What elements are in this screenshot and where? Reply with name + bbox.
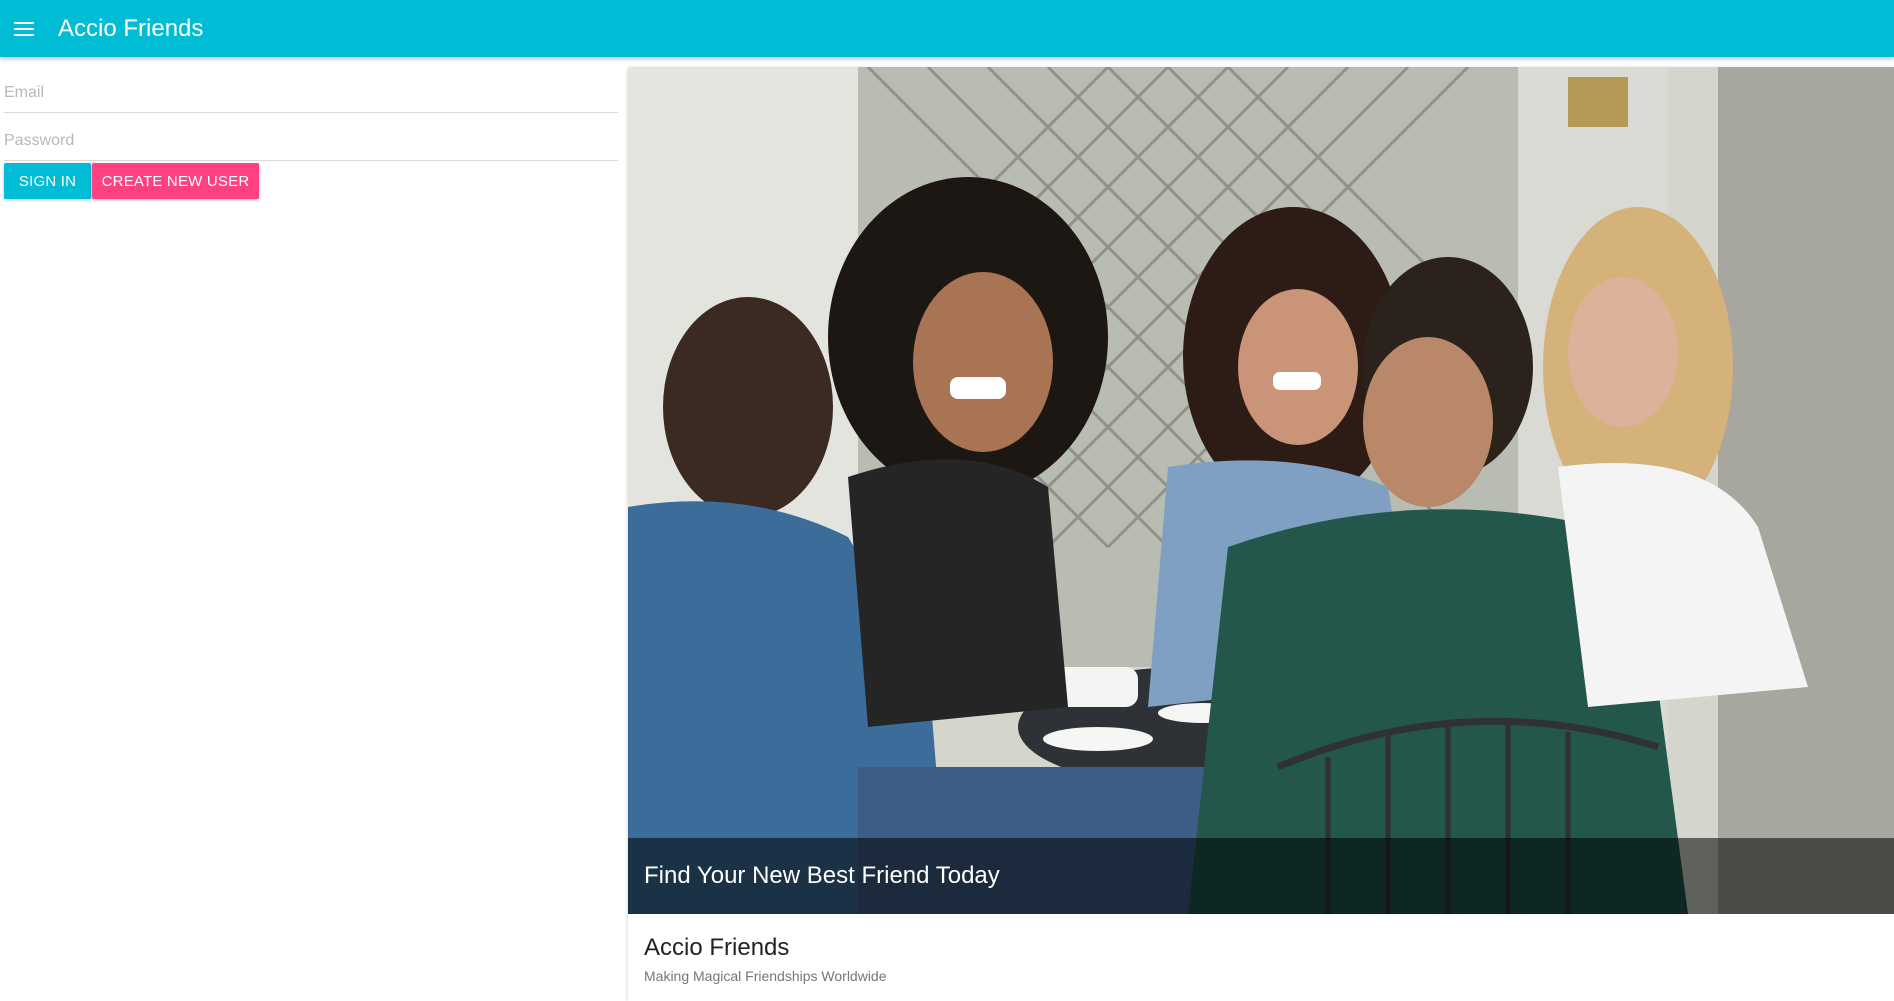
app-title: Accio Friends bbox=[58, 14, 204, 42]
hamburger-menu-icon[interactable] bbox=[14, 17, 38, 41]
friends-photo-illustration bbox=[628, 67, 1894, 914]
photo-caption: Find Your New Best Friend Today bbox=[644, 862, 1000, 889]
card-title: Accio Friends bbox=[644, 934, 790, 961]
app-bar: Accio Friends bbox=[0, 0, 1894, 57]
email-field-container bbox=[4, 74, 618, 113]
hero-card: Find Your New Best Friend Today Accio Fr… bbox=[628, 67, 1894, 1001]
email-field[interactable] bbox=[4, 74, 618, 112]
sign-in-button[interactable]: SIGN IN bbox=[4, 163, 91, 199]
password-field-container bbox=[4, 122, 618, 161]
friends-photo: Find Your New Best Friend Today bbox=[628, 67, 1894, 914]
photo-caption-bar: Find Your New Best Friend Today bbox=[628, 838, 1894, 914]
password-field[interactable] bbox=[4, 122, 618, 160]
card-subtitle: Making Magical Friendships Worldwide bbox=[644, 968, 887, 984]
card-body: Accio Friends Making Magical Friendships… bbox=[628, 914, 1894, 984]
login-panel: SIGN IN CREATE NEW USER bbox=[0, 66, 620, 1001]
create-new-user-button[interactable]: CREATE NEW USER bbox=[92, 163, 259, 199]
